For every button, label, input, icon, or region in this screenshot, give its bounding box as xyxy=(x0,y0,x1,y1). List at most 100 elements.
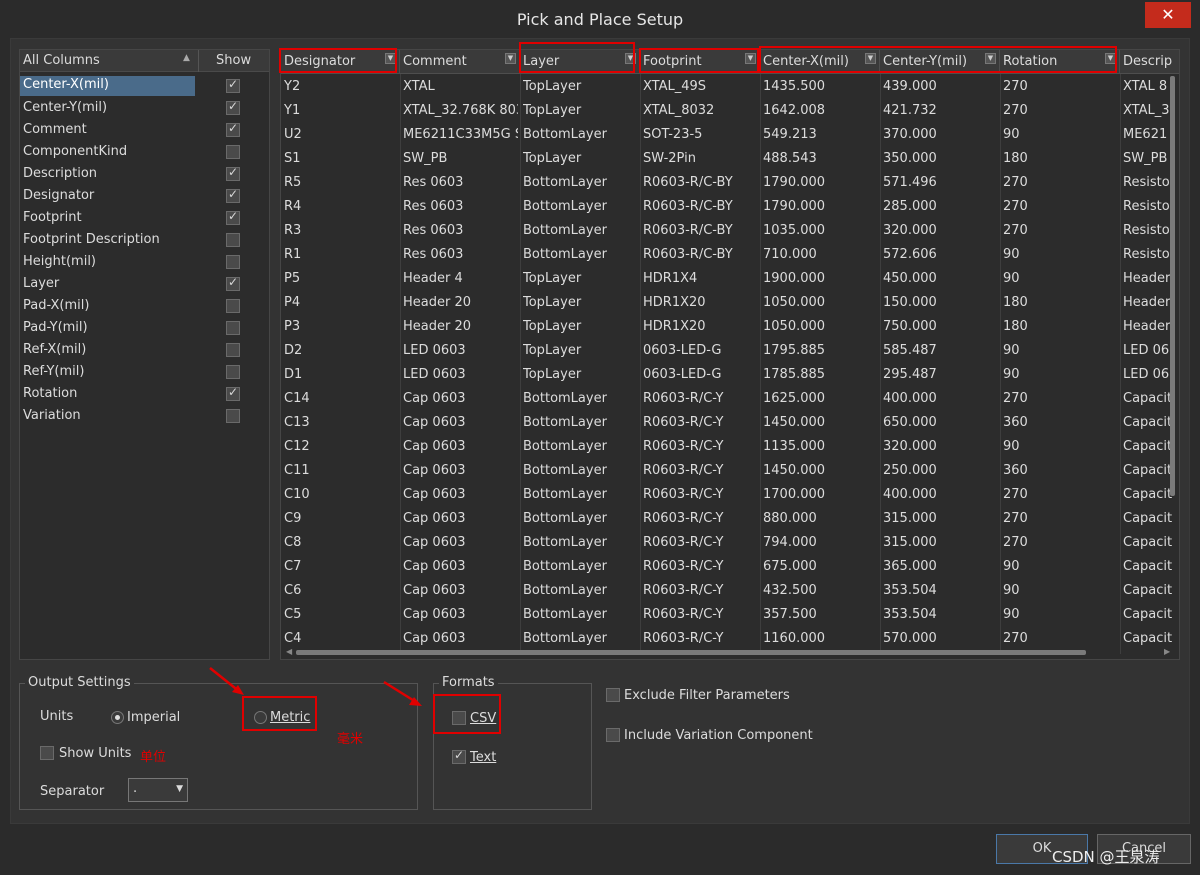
table-cell: 1035.000 xyxy=(763,223,826,238)
column-item[interactable]: Ref-X(mil) xyxy=(20,339,269,361)
column-item[interactable]: Center-X(mil) ✓ xyxy=(20,75,269,97)
table-row[interactable]: C9 Cap 0603 BottomLayer R0603-R/C-Y 880.000 3… xyxy=(281,507,1179,531)
column-item[interactable]: Pad-Y(mil) xyxy=(20,317,269,339)
table-row[interactable]: C10 Cap 0603 BottomLayer R0603-R/C-Y 1700.00… xyxy=(281,483,1179,507)
table-row[interactable]: P4 Header 20 TopLayer HDR1X20 1050.000 150.00… xyxy=(281,291,1179,315)
table-row[interactable]: R5 Res 0603 BottomLayer R0603-R/C-BY 1790.00… xyxy=(281,171,1179,195)
column-show-checkbox[interactable] xyxy=(226,145,240,159)
column-show-checkbox[interactable] xyxy=(226,255,240,269)
imperial-radio[interactable] xyxy=(111,711,124,724)
table-row[interactable]: C8 Cap 0603 BottomLayer R0603-R/C-Y 794.000 3… xyxy=(281,531,1179,555)
table-cell: Res 0603 xyxy=(403,199,464,214)
column-show-checkbox[interactable]: ✓ xyxy=(226,121,240,137)
scroll-right-icon[interactable]: ▶ xyxy=(1164,647,1170,656)
table-cell: 0603-LED-G xyxy=(643,343,722,358)
checkmark-icon: ✓ xyxy=(228,77,239,91)
table-cell: 90 xyxy=(1003,127,1020,142)
scroll-left-icon[interactable]: ◀ xyxy=(286,647,292,656)
metric-arrow-icon xyxy=(209,667,244,695)
table-row[interactable]: C7 Cap 0603 BottomLayer R0603-R/C-Y 675.000 3… xyxy=(281,555,1179,579)
table-row[interactable]: D1 LED 0603 TopLayer 0603-LED-G 1785.885 295.… xyxy=(281,363,1179,387)
grid-column-header[interactable]: Descrip xyxy=(1120,50,1179,74)
column-item[interactable]: Height(mil) xyxy=(20,251,269,273)
horizontal-scroll-thumb[interactable] xyxy=(296,650,1086,655)
table-row[interactable]: U2 ME6211C33M5G S BottomLayer SOT-23-5 549.2… xyxy=(281,123,1179,147)
table-row[interactable]: R1 Res 0603 BottomLayer R0603-R/C-BY 710.000… xyxy=(281,243,1179,267)
text-label[interactable]: Text xyxy=(470,750,496,765)
column-show-checkbox[interactable] xyxy=(226,343,240,357)
table-row[interactable]: R4 Res 0603 BottomLayer R0603-R/C-BY 1790.00… xyxy=(281,195,1179,219)
output-settings-title: Output Settings xyxy=(25,675,134,690)
csv-label-text: CSV xyxy=(470,711,497,726)
show-header[interactable]: Show xyxy=(216,53,251,68)
table-row[interactable]: C6 Cap 0603 BottomLayer R0603-R/C-Y 432.500 3… xyxy=(281,579,1179,603)
table-cell: R0603-R/C-Y xyxy=(643,487,724,502)
column-item[interactable]: Ref-Y(mil) xyxy=(20,361,269,383)
column-show-checkbox[interactable]: ✓ xyxy=(226,209,240,225)
vertical-scrollbar[interactable] xyxy=(1168,74,1178,644)
include-variation-label[interactable]: Include Variation Component xyxy=(624,728,813,743)
all-columns-header[interactable]: All Columns xyxy=(23,53,100,68)
horizontal-scrollbar[interactable]: ◀ ▶ xyxy=(284,646,1174,658)
exclude-filter-checkbox[interactable] xyxy=(606,688,620,702)
column-show-checkbox[interactable] xyxy=(226,409,240,423)
table-cell: R0603-R/C-Y xyxy=(643,439,724,454)
imperial-label[interactable]: Imperial xyxy=(127,710,180,725)
column-item[interactable]: Footprint Description xyxy=(20,229,269,251)
table-row[interactable]: P3 Header 20 TopLayer HDR1X20 1050.000 750.00… xyxy=(281,315,1179,339)
table-cell: XTAL_49S xyxy=(643,79,707,94)
table-row[interactable]: R3 Res 0603 BottomLayer R0603-R/C-BY 1035.00… xyxy=(281,219,1179,243)
csv-label[interactable]: CSV xyxy=(470,711,496,726)
csv-checkbox[interactable] xyxy=(452,711,466,725)
column-item-label: Designator xyxy=(23,188,95,203)
table-row[interactable]: S1 SW_PB TopLayer SW-2Pin 488.543 350.000 180 S… xyxy=(281,147,1179,171)
table-cell: 400.000 xyxy=(883,391,937,406)
table-cell: 315.000 xyxy=(883,511,937,526)
table-cell: U2 xyxy=(284,127,302,142)
grid-column-header[interactable]: Comment ▼ xyxy=(400,50,520,74)
column-item-label: Center-Y(mil) xyxy=(23,100,108,115)
table-cell: XTAL_8032 xyxy=(643,103,715,118)
table-row[interactable]: C14 Cap 0603 BottomLayer R0603-R/C-Y 1625.00… xyxy=(281,387,1179,411)
table-row[interactable]: D2 LED 0603 TopLayer 0603-LED-G 1795.885 585.… xyxy=(281,339,1179,363)
table-row[interactable]: Y1 XTAL_32.768K 803 TopLayer XTAL_8032 1642.… xyxy=(281,99,1179,123)
table-row[interactable]: Y2 XTAL TopLayer XTAL_49S 1435.500 439.000 270… xyxy=(281,75,1179,99)
column-show-checkbox[interactable]: ✓ xyxy=(226,77,240,93)
radio-dot xyxy=(115,715,120,720)
column-item[interactable]: Pad-X(mil) xyxy=(20,295,269,317)
column-item[interactable]: Variation xyxy=(20,405,269,427)
column-show-checkbox[interactable]: ✓ xyxy=(226,275,240,291)
show-units-checkbox[interactable] xyxy=(40,746,54,760)
table-row[interactable]: C5 Cap 0603 BottomLayer R0603-R/C-Y 357.500 3… xyxy=(281,603,1179,627)
table-row[interactable]: C13 Cap 0603 BottomLayer R0603-R/C-Y 1450.00… xyxy=(281,411,1179,435)
column-show-checkbox[interactable]: ✓ xyxy=(226,385,240,401)
table-row[interactable]: C11 Cap 0603 BottomLayer R0603-R/C-Y 1450.00… xyxy=(281,459,1179,483)
table-row[interactable]: C12 Cap 0603 BottomLayer R0603-R/C-Y 1135.00… xyxy=(281,435,1179,459)
column-item[interactable]: Designator ✓ xyxy=(20,185,269,207)
column-item[interactable]: Rotation ✓ xyxy=(20,383,269,405)
table-row[interactable]: P5 Header 4 TopLayer HDR1X4 1900.000 450.000 9… xyxy=(281,267,1179,291)
column-show-checkbox[interactable] xyxy=(226,299,240,313)
vertical-scroll-thumb[interactable] xyxy=(1170,76,1175,496)
close-button[interactable]: ✕ xyxy=(1145,2,1191,28)
column-item[interactable]: ComponentKind xyxy=(20,141,269,163)
column-show-checkbox[interactable] xyxy=(226,233,240,247)
column-show-checkbox[interactable]: ✓ xyxy=(226,187,240,203)
column-item[interactable]: Layer ✓ xyxy=(20,273,269,295)
text-checkbox[interactable]: ✓ xyxy=(452,748,466,764)
include-variation-checkbox[interactable] xyxy=(606,728,620,742)
column-show-checkbox[interactable]: ✓ xyxy=(226,99,240,115)
exclude-filter-label[interactable]: Exclude Filter Parameters xyxy=(624,688,790,703)
filter-icon[interactable]: ▼ xyxy=(505,53,516,64)
separator-select[interactable]: . ▼ xyxy=(128,778,188,802)
show-units-label[interactable]: Show Units xyxy=(59,746,131,761)
column-item[interactable]: Center-Y(mil) ✓ xyxy=(20,97,269,119)
table-cell: TopLayer xyxy=(523,103,582,118)
column-show-checkbox[interactable]: ✓ xyxy=(226,165,240,181)
column-show-checkbox[interactable] xyxy=(226,321,240,335)
column-item[interactable]: Description ✓ xyxy=(20,163,269,185)
column-item[interactable]: Comment ✓ xyxy=(20,119,269,141)
column-item[interactable]: Footprint ✓ xyxy=(20,207,269,229)
table-cell: 180 xyxy=(1003,151,1028,166)
column-show-checkbox[interactable] xyxy=(226,365,240,379)
